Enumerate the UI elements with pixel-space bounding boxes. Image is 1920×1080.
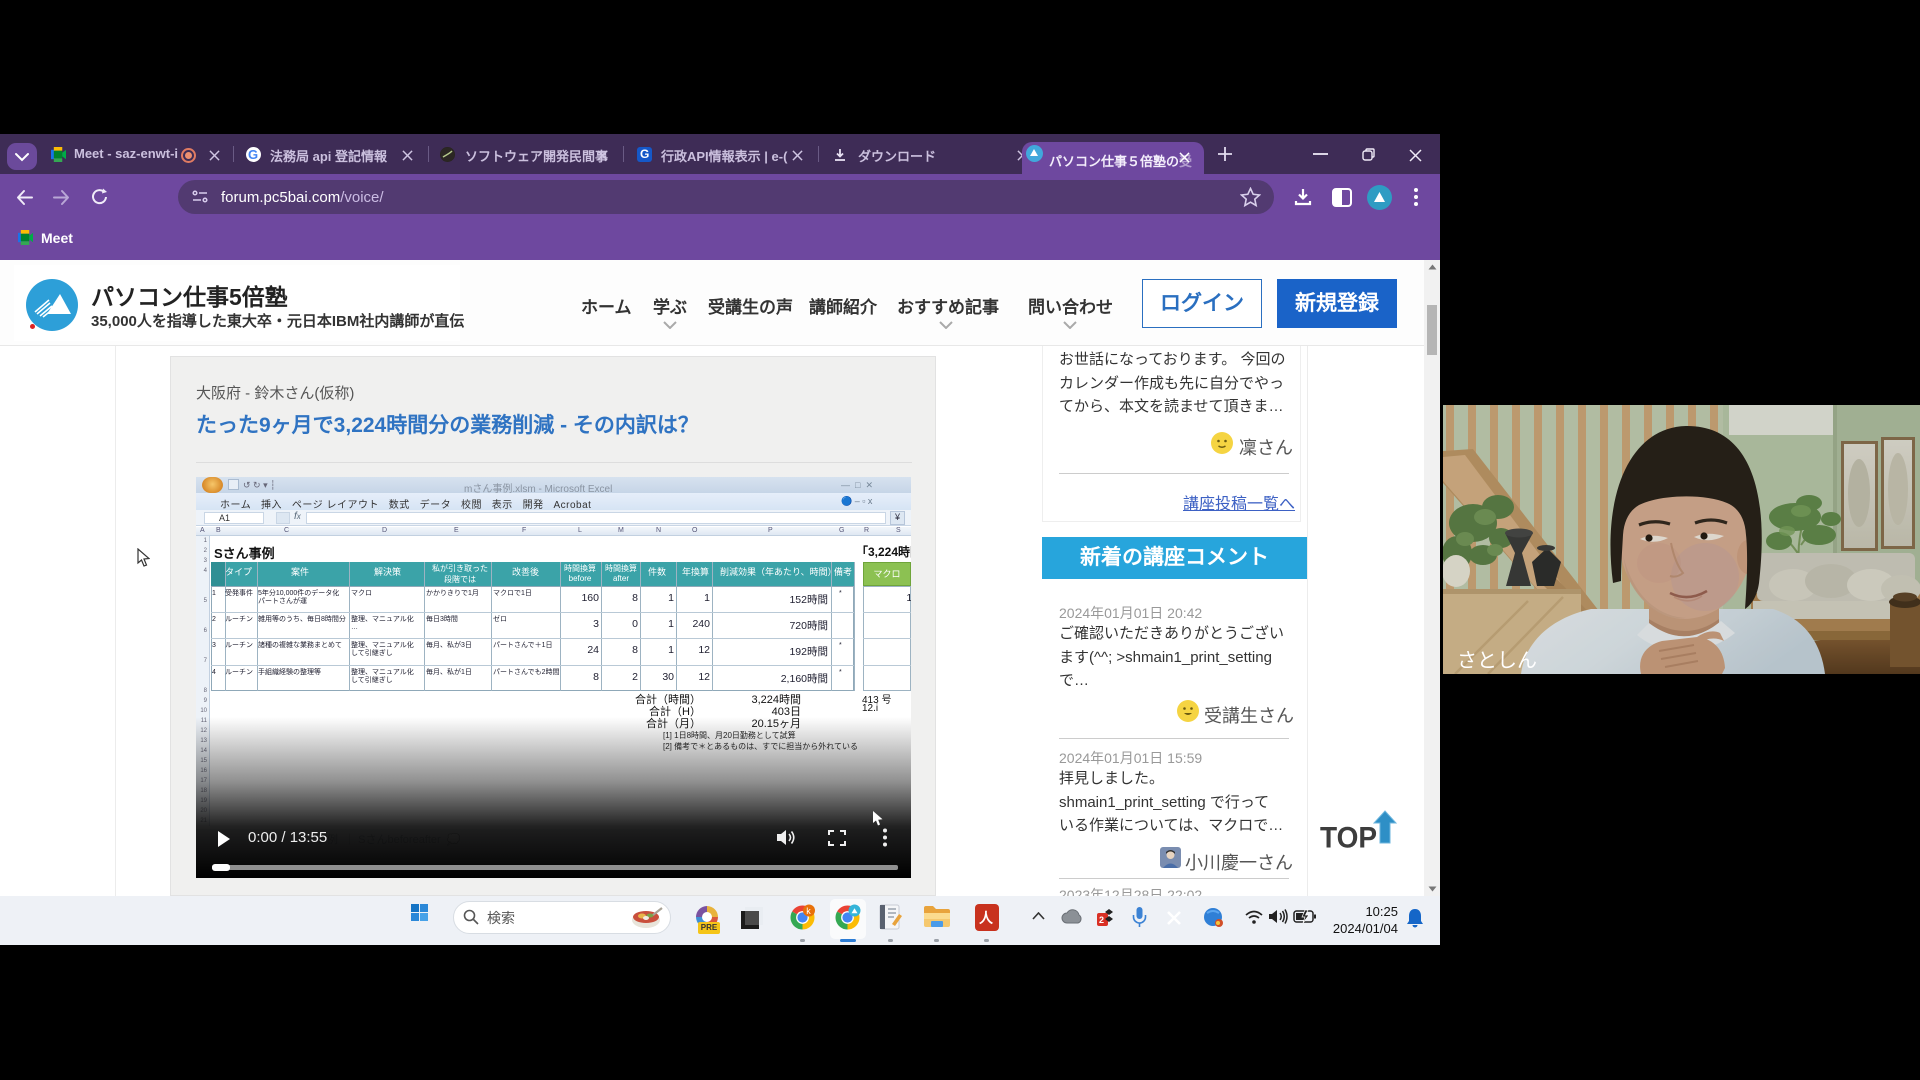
svg-text:k: k	[806, 906, 811, 916]
svg-text:2: 2	[1099, 915, 1104, 925]
svg-text:さとしん: さとしん	[1457, 650, 1537, 672]
svg-text:人: 人	[979, 910, 994, 927]
